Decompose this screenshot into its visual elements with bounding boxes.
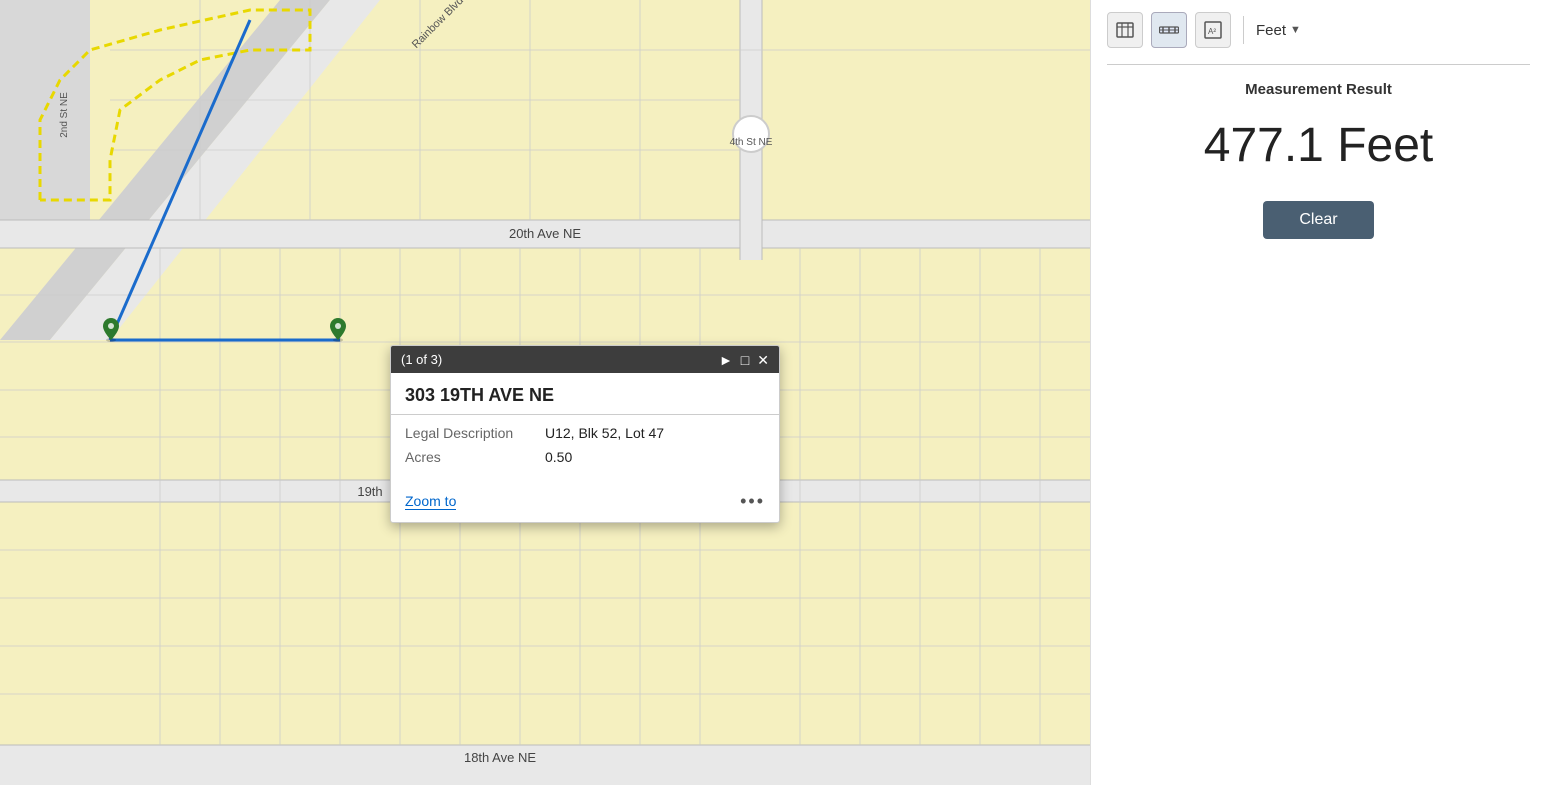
popup-value-acres: 0.50	[545, 449, 572, 465]
svg-text:20th Ave NE: 20th Ave NE	[509, 226, 581, 241]
popup-close-button[interactable]: ✕	[757, 353, 769, 367]
popup-pagination: (1 of 3)	[401, 352, 442, 367]
measurement-value: 477.1 Feet	[1107, 118, 1530, 173]
popup-maximize-button[interactable]: □	[741, 353, 749, 367]
feature-popup: (1 of 3) ► □ ✕ 303 19TH AVE NE Legal Des…	[390, 345, 780, 523]
clear-button[interactable]: Clear	[1263, 201, 1373, 239]
popup-row-acres: Acres 0.50	[405, 449, 765, 465]
right-panel: A² Feet ▼ Measurement Result 477.1 Feet …	[1090, 0, 1546, 785]
popup-next-button[interactable]: ►	[719, 353, 733, 367]
panel-divider	[1107, 64, 1530, 65]
measure-area-button[interactable]: A²	[1195, 12, 1231, 48]
measure-area-icon: A²	[1204, 21, 1222, 39]
zoom-to-link[interactable]: Zoom to	[405, 493, 456, 510]
toolbar-separator	[1243, 16, 1244, 44]
measure-distance-button[interactable]	[1151, 12, 1187, 48]
table-icon	[1116, 22, 1134, 38]
svg-text:2nd St NE: 2nd St NE	[59, 92, 70, 138]
popup-header: (1 of 3) ► □ ✕	[391, 346, 779, 373]
popup-footer: Zoom to •••	[391, 483, 779, 522]
popup-address: 303 19TH AVE NE	[391, 373, 779, 415]
table-view-button[interactable]	[1107, 12, 1143, 48]
map-container[interactable]: 20th Ave NE 19th 18th Ave NE 4th St NE 2…	[0, 0, 1090, 785]
more-options-button[interactable]: •••	[740, 491, 765, 512]
svg-text:18th Ave NE: 18th Ave NE	[464, 750, 536, 765]
measurement-label: Measurement Result	[1107, 81, 1530, 98]
svg-text:19th: 19th	[357, 484, 382, 499]
popup-label-acres: Acres	[405, 449, 545, 465]
panel-toolbar: A² Feet ▼	[1107, 12, 1530, 60]
svg-text:A²: A²	[1208, 27, 1216, 36]
popup-value-legal: U12, Blk 52, Lot 47	[545, 425, 664, 441]
popup-label-legal: Legal Description	[405, 425, 545, 441]
unit-label: Feet	[1256, 22, 1286, 39]
unit-dropdown-icon: ▼	[1290, 24, 1301, 36]
popup-body: Legal Description U12, Blk 52, Lot 47 Ac…	[391, 415, 779, 483]
unit-selector[interactable]: Feet ▼	[1256, 22, 1301, 39]
popup-header-controls: ► □ ✕	[719, 353, 769, 367]
svg-text:4th St NE: 4th St NE	[730, 137, 773, 148]
popup-row-legal: Legal Description U12, Blk 52, Lot 47	[405, 425, 765, 441]
measure-distance-icon	[1159, 21, 1179, 39]
